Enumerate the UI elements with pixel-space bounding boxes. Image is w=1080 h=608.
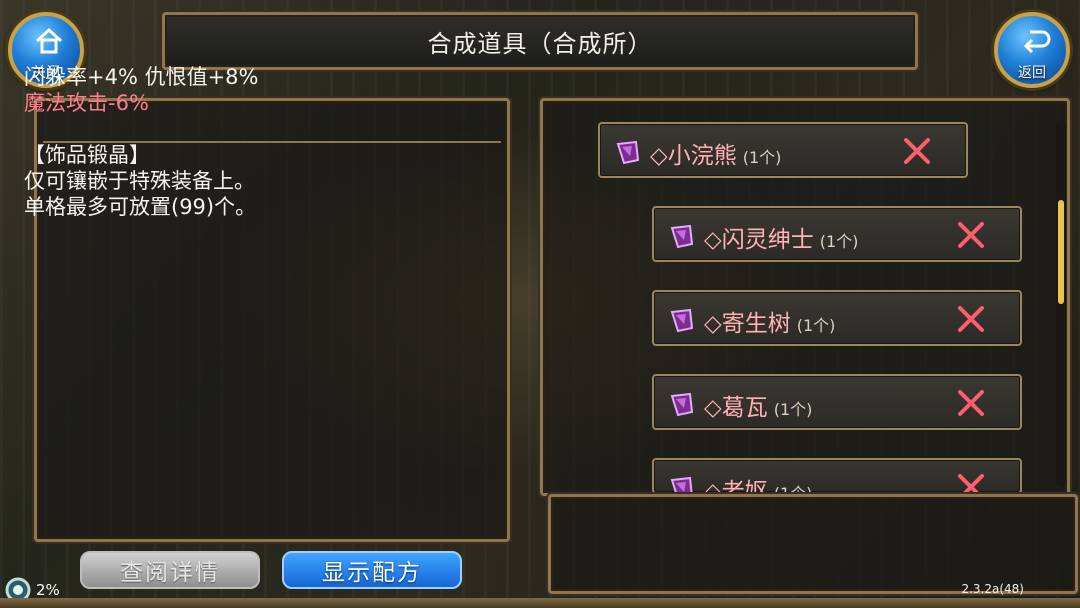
item-note-1: 仅可镶嵌于特殊装备上。: [24, 169, 255, 193]
close-x-icon[interactable]: [956, 388, 986, 418]
item-quantity: (1个): [773, 484, 813, 494]
item-name: ◇寄生树 (1个): [704, 304, 835, 338]
close-x-icon[interactable]: [902, 136, 932, 166]
list-item[interactable]: ◇葛瓦 (1个): [652, 374, 1022, 430]
close-x-icon[interactable]: [956, 304, 986, 334]
result-panel: [548, 494, 1078, 594]
item-name: ◇小浣熊 (1个): [650, 136, 781, 170]
purple-gem-icon: [670, 392, 694, 417]
list-item[interactable]: ◇闪灵绅士 (1个): [652, 206, 1022, 262]
item-description: 闪躲率+4% 仇恨值+8% 魔法攻击-6% 【饰品锻晶】 仅可镶嵌于特殊装备上。…: [24, 64, 259, 220]
title-bar: 合成道具（合成所）: [162, 12, 918, 70]
version-label: 2.3.2a(48): [961, 582, 1024, 596]
item-quantity: (1个): [742, 148, 782, 167]
item-name-text: ◇老妪: [704, 479, 768, 494]
purple-gem-icon: [670, 224, 694, 249]
item-name-text: ◇小浣熊: [650, 143, 737, 169]
page-title: 合成道具（合成所）: [427, 29, 653, 58]
bottom-frame-bar: [0, 598, 1080, 608]
purple-gem-icon: [616, 140, 640, 165]
item-name: ◇葛瓦 (1个): [704, 388, 812, 422]
back-button[interactable]: 返回: [994, 12, 1070, 88]
purple-gem-icon: [670, 308, 694, 333]
item-quantity: (1个): [773, 400, 813, 419]
home-icon: [35, 27, 63, 54]
scrollbar-thumb[interactable]: [1058, 200, 1064, 304]
item-note-2: 单格最多可放置(99)个。: [24, 195, 257, 219]
item-name-text: ◇寄生树: [704, 311, 791, 337]
status-percent: 2%: [36, 581, 60, 599]
back-label: 返回: [1018, 65, 1046, 81]
item-quantity: (1个): [796, 316, 836, 335]
return-arrow-icon: [1023, 30, 1051, 54]
item-name: ◇闪灵绅士 (1个): [704, 220, 858, 254]
item-name-text: ◇葛瓦: [704, 395, 768, 421]
stat-line-negative: 魔法攻击-6%: [24, 91, 149, 115]
close-x-icon[interactable]: [956, 220, 986, 250]
item-name-text: ◇闪灵绅士: [704, 227, 814, 253]
item-name: ◇老妪 (1个): [704, 472, 813, 494]
show-recipe-button[interactable]: 显示配方: [282, 551, 462, 589]
item-quantity: (1个): [819, 232, 859, 251]
item-category: 【饰品锻晶】: [24, 143, 150, 167]
view-detail-button[interactable]: 查阅详情: [80, 551, 260, 589]
close-x-icon[interactable]: [956, 472, 986, 494]
list-item[interactable]: ◇寄生树 (1个): [652, 290, 1022, 346]
list-item[interactable]: ◇老妪 (1个): [652, 458, 1022, 494]
list-item[interactable]: ◇小浣熊 (1个): [598, 122, 968, 178]
purple-gem-icon: [670, 476, 693, 492]
stat-line-positive: 闪躲率+4% 仇恨值+8%: [24, 65, 259, 89]
